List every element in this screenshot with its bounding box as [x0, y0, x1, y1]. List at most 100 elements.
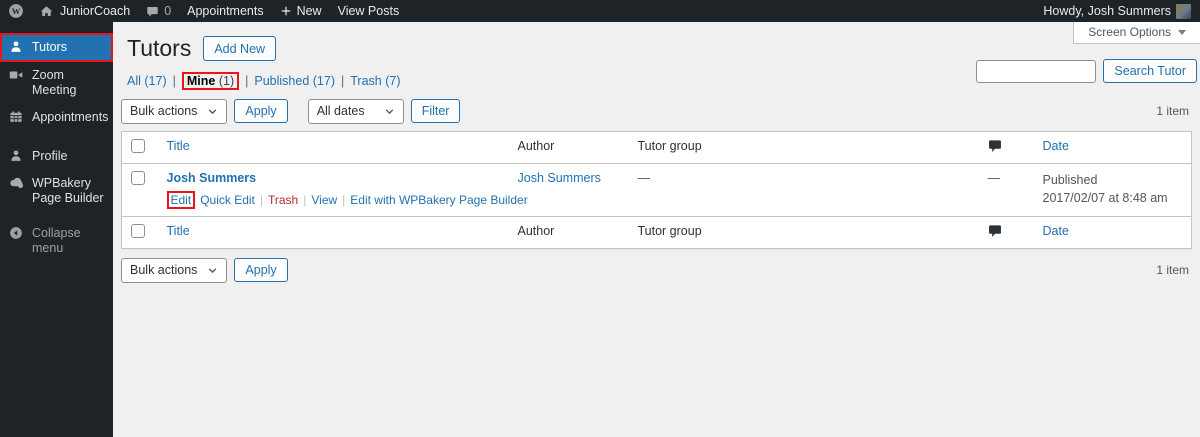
comments-column-icon [988, 139, 1002, 153]
table-footer-row: Title Author Tutor group Date [121, 215, 1192, 249]
main-content: Screen Options Search Tutor Tutors Add N… [113, 22, 1200, 437]
item-count: 1 item [1156, 263, 1189, 278]
filter-count: (7) [385, 73, 401, 88]
bulk-actions-selected-value: Bulk actions [130, 104, 198, 119]
action-separator: | [303, 192, 307, 207]
action-separator: | [342, 192, 346, 207]
plus-icon [280, 5, 292, 17]
video-icon [9, 68, 24, 82]
view-posts-label: View Posts [337, 4, 400, 18]
add-new-button[interactable]: Add New [203, 36, 277, 62]
post-title-link[interactable]: Josh Summers [167, 171, 257, 185]
page-title: Tutors [127, 35, 192, 61]
filter-published-link[interactable]: Published (17) [254, 74, 335, 88]
filter-trash-link[interactable]: Trash (7) [350, 74, 400, 88]
new-label: New [296, 4, 322, 18]
sidebar-item-zoom-meeting[interactable]: Zoom Meeting [0, 62, 113, 104]
all-dates-selected-value: All dates [316, 104, 365, 119]
column-header-tutor-group: Tutor group [628, 215, 979, 249]
sidebar-item-label: Appointments [32, 110, 109, 124]
comments-count: 0 [164, 4, 172, 18]
apply-button[interactable]: Apply [234, 99, 288, 124]
table-row: Josh Summers Edit Quick Edit | Trash | V… [122, 163, 1192, 216]
filter-separator: | [245, 73, 249, 88]
search-tutor-button[interactable]: Search Tutor [1103, 59, 1197, 83]
edit-link[interactable]: Edit [171, 193, 192, 207]
bulk-actions-select[interactable]: Bulk actions [121, 257, 228, 283]
filter-separator: | [341, 73, 345, 88]
sidebar-item-label: Profile [32, 149, 68, 163]
search-box: Search Tutor [976, 59, 1197, 83]
column-header-author: Author [508, 131, 629, 164]
tutors-list-table: Title Author Tutor group Date Josh Summe… [121, 130, 1192, 249]
wpbakery-edit-link[interactable]: Edit with WPBakery Page Builder [350, 193, 527, 207]
action-separator: | [259, 192, 263, 207]
sidebar-item-appointments[interactable]: Appointments [0, 104, 113, 131]
sidebar-item-label: Tutors [32, 40, 67, 54]
select-all-checkbox[interactable] [131, 138, 145, 153]
author-link[interactable]: Josh Summers [518, 171, 601, 185]
row-actions: Edit Quick Edit | Trash | View | Edit wi… [166, 190, 528, 209]
column-header-date[interactable]: Date [1043, 139, 1069, 153]
row-checkbox[interactable] [131, 170, 145, 185]
apply-button[interactable]: Apply [234, 258, 288, 283]
sidebar-item-profile[interactable]: Profile [0, 143, 113, 170]
sidebar-item-tutors[interactable]: Tutors [0, 33, 113, 62]
column-header-date[interactable]: Date [1043, 224, 1069, 238]
all-dates-select[interactable]: All dates [307, 98, 404, 124]
filter-separator: | [172, 73, 176, 88]
sidebar-item-label: Collapse menu [32, 226, 81, 255]
filter-label: All [127, 73, 141, 88]
sidebar-item-label: WPBakery Page Builder [32, 176, 104, 205]
site-name-label: JuniorCoach [60, 4, 131, 18]
column-header-title[interactable]: Title [167, 224, 190, 238]
screen-options-label: Screen Options [1088, 25, 1171, 39]
appointments-label: Appointments [187, 4, 264, 18]
admin-bar-comments[interactable]: 0 [138, 0, 179, 22]
trash-link[interactable]: Trash [268, 193, 298, 207]
comments-column-icon [988, 224, 1002, 238]
sidebar-item-collapse-menu[interactable]: Collapse menu [0, 220, 113, 262]
admin-bar-new[interactable]: New [272, 0, 330, 22]
chevron-down-icon [385, 108, 393, 114]
post-status: Published [1042, 172, 1098, 187]
sidebar-item-wpbakery[interactable]: WPBakery Page Builder [0, 170, 113, 212]
filter-label: Published [254, 73, 310, 88]
comments-value: — [987, 170, 1001, 185]
home-icon [40, 5, 55, 18]
site-name-link[interactable]: JuniorCoach [32, 0, 138, 22]
screen-options-button[interactable]: Screen Options [1073, 22, 1200, 44]
sidebar-separator [0, 131, 113, 143]
person-icon [9, 149, 24, 163]
filter-label: Trash [350, 73, 382, 88]
column-header-tutor-group: Tutor group [628, 131, 979, 164]
filter-count: (17) [312, 73, 335, 88]
filter-count: (1) [218, 73, 235, 88]
chevron-down-icon [209, 108, 217, 114]
sidebar-item-label: Zoom Meeting [32, 68, 77, 97]
post-date: 2017/02/07 at 8:48 am [1042, 190, 1168, 205]
select-all-checkbox[interactable] [131, 223, 145, 238]
tablenav-bottom: Bulk actions Apply 1 item [121, 257, 1192, 283]
comment-bubble-icon [146, 5, 159, 18]
howdy-account-link[interactable]: Howdy, Josh Summers [1035, 3, 1199, 19]
bulk-actions-select[interactable]: Bulk actions [121, 98, 228, 124]
filter-all-link[interactable]: All (17) [127, 74, 167, 88]
bulk-actions-selected-value: Bulk actions [130, 263, 198, 278]
cloud-icon [9, 176, 24, 189]
wordpress-logo-icon[interactable]: W [0, 0, 32, 22]
search-input[interactable] [976, 59, 1097, 83]
filter-button[interactable]: Filter [410, 99, 461, 124]
admin-bar: W JuniorCoach 0 Appointments New View Po… [0, 0, 1200, 22]
column-header-title[interactable]: Title [167, 139, 190, 153]
admin-bar-view-posts[interactable]: View Posts [330, 0, 408, 22]
view-link[interactable]: View [311, 193, 337, 207]
annotation-box-edit: Edit [166, 190, 196, 209]
quick-edit-link[interactable]: Quick Edit [200, 193, 255, 207]
column-header-author: Author [508, 215, 629, 249]
tutor-group-value: — [637, 170, 651, 185]
filter-mine-link[interactable]: Mine (1) [187, 74, 234, 88]
sidebar: Tutors Zoom Meeting Appointments Profile… [0, 22, 113, 437]
admin-bar-appointments[interactable]: Appointments [179, 0, 271, 22]
annotation-box-mine: Mine (1) [181, 71, 240, 90]
